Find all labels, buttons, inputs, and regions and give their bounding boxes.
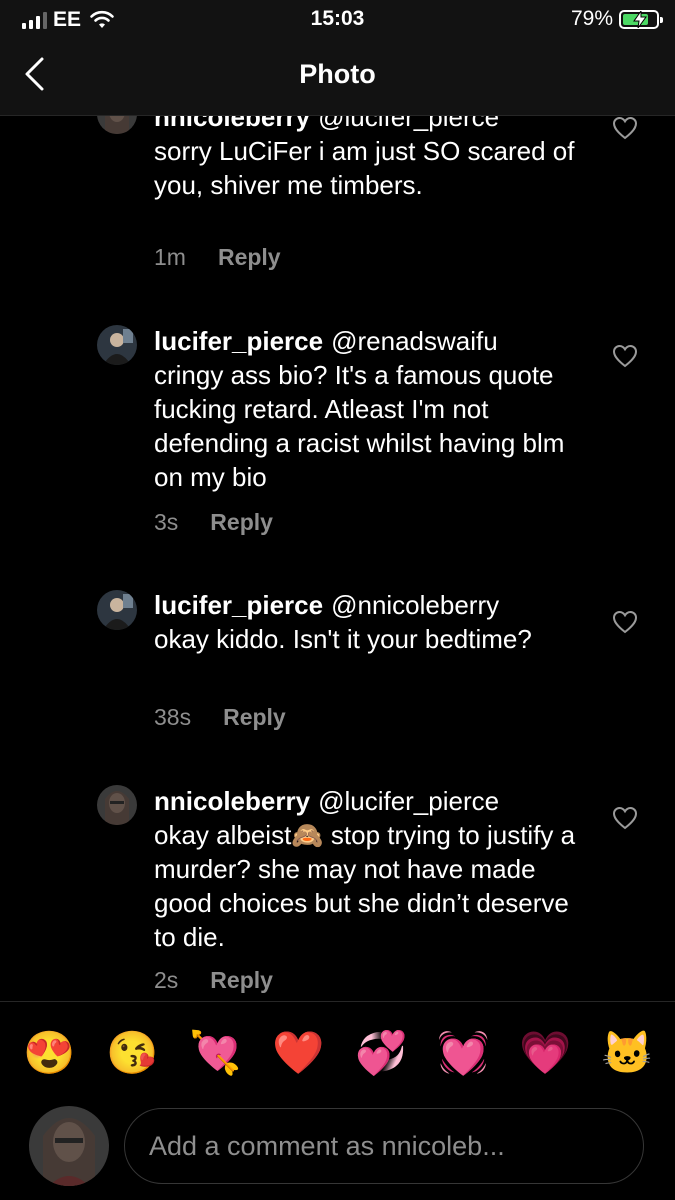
nav-bar: Photo [0, 38, 675, 116]
comment-time: 3s [154, 509, 179, 535]
comment-item: nnicoleberry @lucifer_pierce sorry LuCiFe… [0, 116, 675, 296]
status-right: 79% [570, 7, 663, 31]
like-heart-icon[interactable] [612, 610, 638, 634]
comment-mention[interactable]: @lucifer_pierce [318, 786, 499, 816]
page-title: Photo [299, 59, 376, 89]
reply-button[interactable]: Reply [210, 509, 273, 536]
reply-button[interactable]: Reply [210, 967, 273, 994]
comment-item: nnicoleberry @lucifer_pierce okay albeist… [0, 783, 675, 1000]
comment-meta: 3s Reply [154, 509, 273, 536]
charging-bolt-icon [633, 10, 647, 28]
comment-input[interactable] [124, 1108, 644, 1184]
comment-mention[interactable]: @nnicoleberry [331, 590, 499, 620]
comment-body: okay albeist🙈 stop trying to justify a m… [154, 820, 576, 952]
like-heart-icon[interactable] [612, 116, 638, 140]
battery-percent: 79% [570, 7, 613, 30]
emoji-blowing-kiss[interactable]: 😘 [106, 1028, 158, 1078]
comment-username[interactable]: nnicoleberry [154, 786, 310, 816]
comment-text: nnicoleberry @lucifer_pierce sorry LuCiFe… [154, 116, 594, 202]
avatar[interactable] [97, 116, 137, 134]
avatar[interactable] [97, 785, 137, 825]
comment-meta: 38s Reply [154, 704, 286, 731]
emoji-heart-arrow[interactable]: 💘 [189, 1028, 241, 1078]
comment-time: 1m [154, 244, 186, 270]
status-bar: EE 15:03 79% [0, 0, 675, 38]
comment-item: lucifer_pierce @renadswaifu cringy ass bi… [0, 321, 675, 551]
emoji-beating-heart[interactable]: 💓 [437, 1028, 489, 1078]
comment-composer [0, 1100, 675, 1200]
comment-item: lucifer_pierce @nnicoleberry okay kiddo. … [0, 586, 675, 746]
comments-list[interactable]: nnicoleberry @lucifer_pierce sorry LuCiFe… [0, 116, 675, 1000]
comment-mention[interactable]: @renadswaifu [331, 326, 498, 356]
avatar[interactable] [97, 590, 137, 630]
reply-button[interactable]: Reply [223, 704, 286, 731]
emoji-revolving-hearts[interactable]: 💞 [355, 1028, 407, 1078]
comment-mention[interactable]: @lucifer_pierce [318, 116, 499, 132]
emoji-red-heart[interactable]: ❤️ [272, 1028, 324, 1078]
comment-text: nnicoleberry @lucifer_pierce okay albeist… [154, 784, 594, 954]
comment-body: cringy ass bio? It's a famous quote fuck… [154, 360, 565, 492]
comment-username[interactable]: nnicoleberry [154, 116, 310, 132]
comment-time: 2s [154, 967, 179, 993]
comment-username[interactable]: lucifer_pierce [154, 326, 323, 356]
emoji-cat-face[interactable]: 🐱 [601, 1028, 653, 1078]
comment-body: okay kiddo. Isn't it your bedtime? [154, 624, 532, 654]
avatar[interactable] [97, 325, 137, 365]
like-heart-icon[interactable] [612, 806, 638, 830]
reply-button[interactable]: Reply [218, 244, 281, 271]
battery-icon [619, 9, 663, 29]
comment-time: 38s [154, 704, 192, 730]
comment-username[interactable]: lucifer_pierce [154, 590, 323, 620]
comment-meta: 1m Reply [154, 244, 281, 271]
comment-text: lucifer_pierce @renadswaifu cringy ass bi… [154, 324, 594, 494]
comment-body: sorry LuCiFer i am just SO scared of you… [154, 136, 575, 200]
like-heart-icon[interactable] [612, 344, 638, 368]
emoji-heart-eyes[interactable]: 😍 [23, 1028, 75, 1078]
current-user-avatar [29, 1106, 109, 1186]
emoji-growing-heart[interactable]: 💗 [519, 1028, 571, 1078]
comment-text: lucifer_pierce @nnicoleberry okay kiddo. … [154, 588, 594, 656]
quick-emoji-bar: 😍 😘 💘 ❤️ 💞 💓 💗 🐱 [0, 1001, 675, 1096]
comment-meta: 2s Reply [154, 967, 273, 994]
